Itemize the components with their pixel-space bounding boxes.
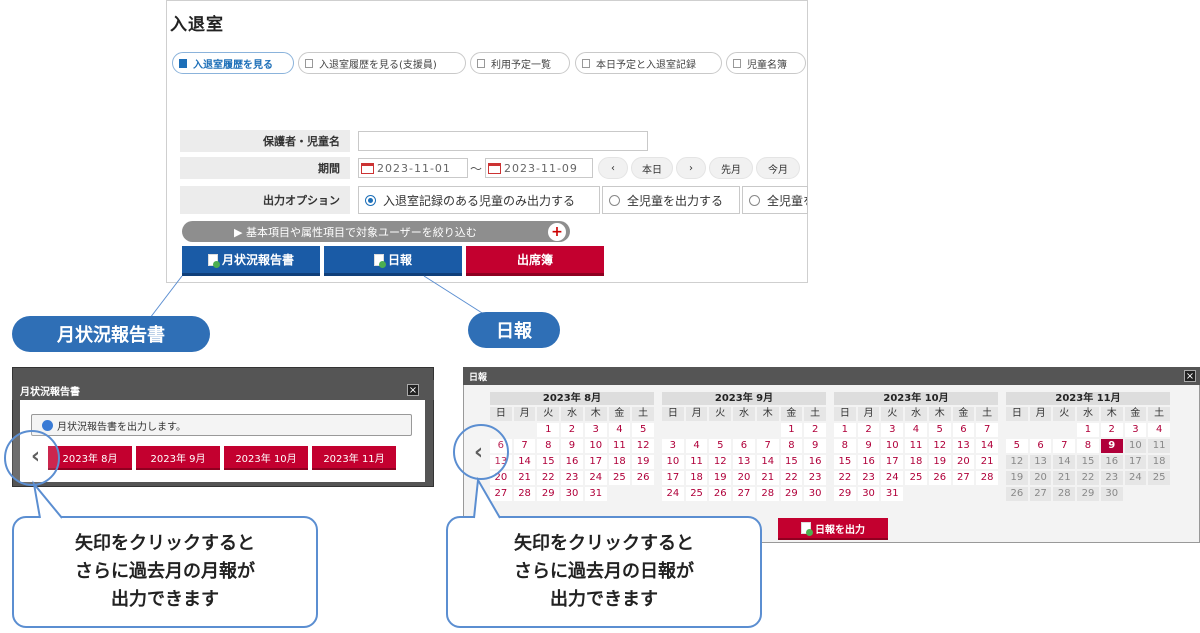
bubble-tails bbox=[32, 476, 501, 519]
